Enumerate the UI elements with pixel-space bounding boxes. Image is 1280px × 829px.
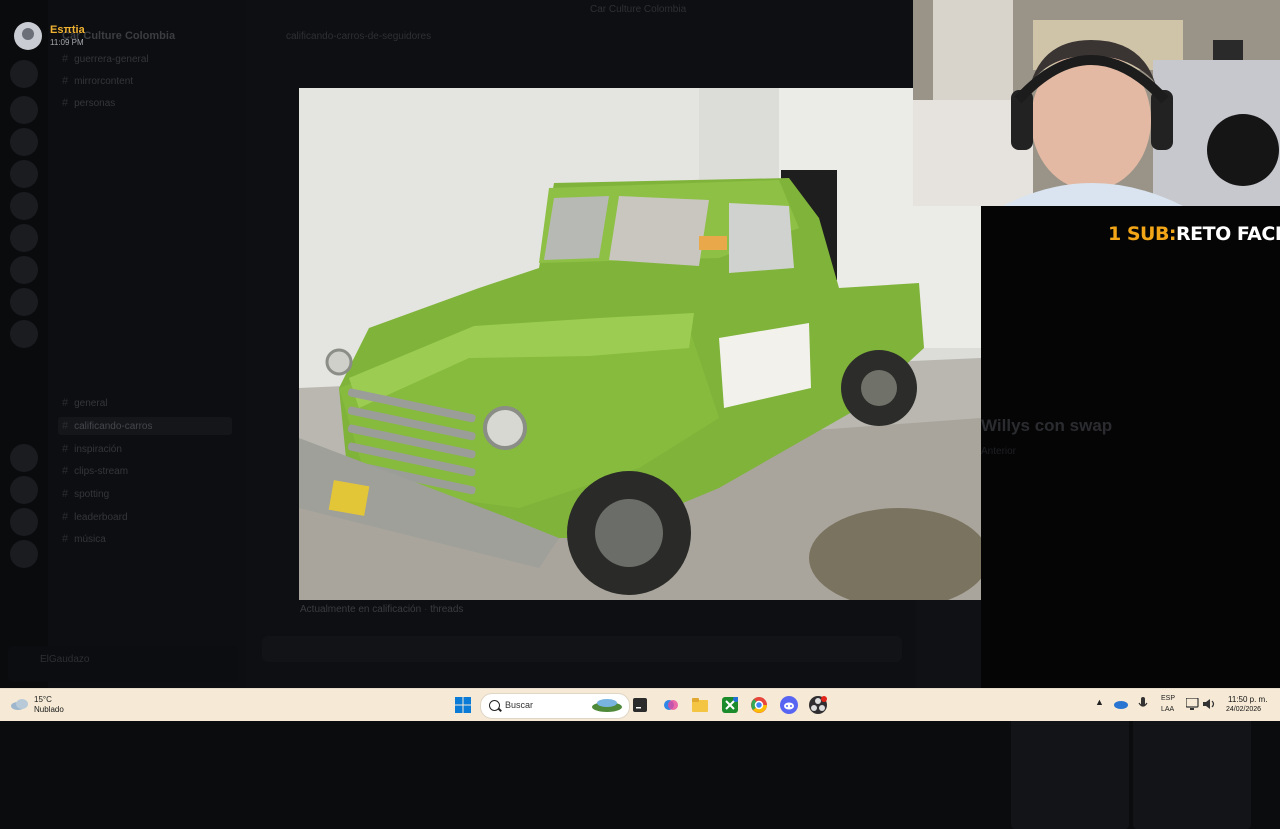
server-icon[interactable]	[10, 256, 38, 284]
copilot-icon	[664, 700, 678, 710]
image-viewer-photo[interactable]	[299, 88, 981, 600]
avatar	[14, 22, 42, 50]
username: Esπtia	[50, 24, 85, 36]
channel-item[interactable]: # música	[62, 530, 106, 548]
hash-icon: #	[62, 511, 69, 523]
channel-item[interactable]: # general	[62, 394, 107, 412]
hash-icon: #	[62, 443, 69, 455]
hash-icon: #	[62, 397, 69, 409]
channel-header: calificando-carros-de-seguidores	[246, 26, 916, 50]
discord-icon	[780, 696, 798, 714]
post-title[interactable]: Willys con swap	[981, 416, 1112, 436]
server-icon[interactable]	[10, 476, 38, 504]
sub-goal-label: 1 SUB:RETO FACIL	[1108, 223, 1280, 245]
forum-panel	[981, 206, 1280, 829]
channel-title: calificando-carros-de-seguidores	[286, 31, 432, 42]
server-icon[interactable]	[10, 128, 38, 156]
channel-item[interactable]: # guerrera-general	[62, 50, 149, 68]
chrome-icon	[751, 697, 767, 713]
server-icon[interactable]	[10, 96, 38, 124]
weather-condition[interactable]: Nublado	[34, 705, 64, 714]
taskbar-obs[interactable]	[807, 694, 829, 716]
server-icon[interactable]	[10, 60, 38, 88]
server-rail	[0, 0, 48, 688]
post-meta: Anterior	[981, 446, 1017, 457]
post-thumbnail[interactable]	[1133, 711, 1251, 829]
windows-logo-icon	[455, 697, 471, 713]
taskbar-terminal[interactable]	[629, 694, 651, 716]
taskbar-search[interactable]: Buscar	[480, 693, 630, 719]
network-icon[interactable]	[1186, 698, 1200, 710]
taskbar-copilot[interactable]	[660, 694, 682, 716]
volume-icon[interactable]	[1203, 698, 1217, 710]
search-highlight-icon	[592, 699, 622, 712]
stream-user-card: Esπtia 11:09 PM	[14, 22, 85, 50]
onedrive-icon[interactable]	[1114, 698, 1128, 710]
language-indicator[interactable]: ESP	[1161, 695, 1175, 702]
server-icon[interactable]	[10, 224, 38, 252]
start-button[interactable]	[452, 694, 474, 716]
hash-icon: #	[62, 53, 69, 65]
taskbar-file-explorer[interactable]	[689, 694, 711, 716]
channel-item[interactable]: # personas	[62, 94, 115, 112]
taskbar-xbox[interactable]	[719, 694, 741, 716]
message-caption: Actualmente en calificación · threads	[300, 604, 464, 615]
channel-item-active[interactable]: # calificando-carros	[58, 417, 232, 435]
server-icon[interactable]	[10, 508, 38, 536]
clock-time[interactable]: 11:50 p. m.	[1228, 695, 1267, 704]
keyboard-layout[interactable]: LAA	[1161, 706, 1174, 713]
hash-icon: #	[62, 533, 69, 545]
weather-temp[interactable]: 15°C	[34, 695, 52, 704]
hash-icon: #	[62, 420, 69, 432]
xbox-icon	[722, 697, 738, 713]
channel-item[interactable]: # leaderboard	[62, 508, 128, 526]
hash-icon: #	[62, 75, 69, 87]
hash-icon: #	[62, 488, 69, 500]
taskbar-chrome[interactable]	[748, 694, 770, 716]
webcam-overlay	[913, 0, 1280, 206]
channel-item[interactable]: # spotting	[62, 485, 109, 503]
folder-icon	[692, 698, 708, 712]
user-time: 11:09 PM	[50, 38, 84, 47]
microphone-icon[interactable]	[1138, 697, 1148, 711]
channel-sidebar: Car Culture Colombia # guerrera-general #…	[48, 0, 246, 688]
obs-icon	[809, 696, 827, 714]
server-icon[interactable]	[10, 444, 38, 472]
terminal-icon	[633, 698, 647, 712]
server-icon[interactable]	[10, 540, 38, 568]
truck-photo	[299, 88, 981, 600]
search-placeholder: Buscar	[505, 700, 534, 710]
tray-overflow-icon[interactable]: ▲	[1095, 697, 1104, 707]
windows-taskbar: 15°C Nublado Buscar ▲ ESP LAA 11:50 p. m…	[0, 688, 1280, 721]
window-title: Car Culture Colombia	[590, 4, 687, 15]
message-input[interactable]	[262, 636, 902, 662]
server-icon[interactable]	[10, 192, 38, 220]
user-panel: ElGaudazo	[8, 646, 238, 682]
post-thumbnail[interactable]	[1011, 711, 1129, 829]
hash-icon: #	[62, 97, 69, 109]
cloud-icon	[11, 699, 28, 710]
server-icon[interactable]	[10, 160, 38, 188]
server-icon[interactable]	[10, 320, 38, 348]
taskbar-discord[interactable]	[778, 694, 800, 716]
channel-item[interactable]: # clips-stream	[62, 462, 128, 480]
streamer-webcam	[913, 0, 1280, 206]
search-icon	[489, 700, 500, 711]
server-icon[interactable]	[10, 288, 38, 316]
channel-item[interactable]: # inspiración	[62, 440, 122, 458]
user-panel-name: ElGaudazo	[40, 654, 90, 665]
hash-icon: #	[62, 465, 69, 477]
channel-item[interactable]: # mirrorcontent	[62, 72, 133, 90]
clock-date[interactable]: 24/02/2026	[1226, 706, 1261, 713]
